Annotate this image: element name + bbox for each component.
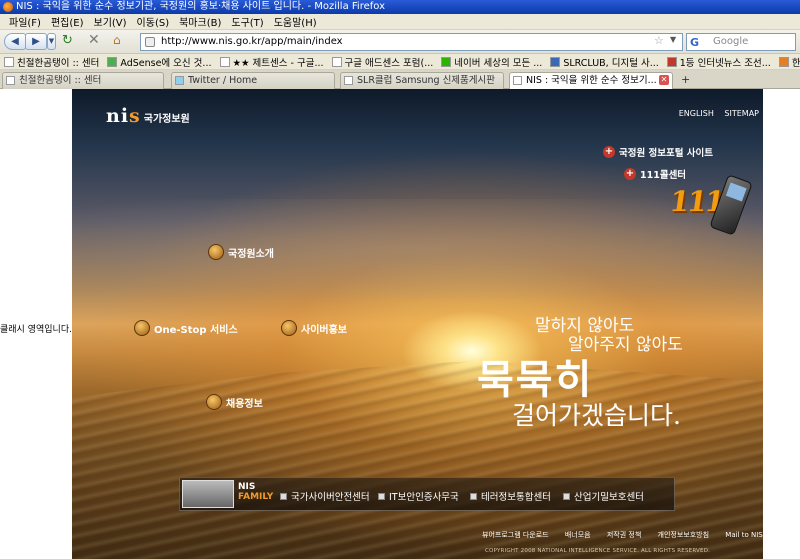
family-label: NIS FAMILY: [238, 482, 274, 502]
tab-item-active[interactable]: NIS : 국익을 위한 순수 정보기... ✕: [509, 72, 673, 90]
sitemap-link[interactable]: SITEMAP: [724, 109, 759, 118]
search-input[interactable]: G Google: [686, 33, 796, 51]
bullet-icon: [280, 492, 287, 500]
call-center-banner[interactable]: 111: [668, 173, 753, 239]
menu-bar: 파일(F) 편집(E) 보기(V) 이동(S) 북마크(B) 도구(T) 도움말…: [0, 14, 800, 30]
bookmark-star-icon[interactable]: ☆: [654, 34, 664, 47]
window-title-bar: NIS : 국익을 위한 순수 정보기관, 국정원의 홍보·채용 사이트 입니다…: [0, 0, 800, 14]
banner-link[interactable]: 배너모음: [565, 531, 591, 539]
bookmark-item[interactable]: 한RSS - 내 RSS 리...: [778, 55, 800, 69]
page-icon: [219, 56, 230, 67]
bullet-icon: [470, 492, 477, 500]
menu-cyber-pr[interactable]: 사이버홍보: [281, 320, 347, 336]
history-dropdown-button[interactable]: ▼: [47, 33, 56, 50]
forward-button[interactable]: ▶: [25, 33, 47, 50]
bullet-icon: [378, 492, 385, 500]
page-icon: [331, 56, 342, 67]
stop-icon[interactable]: ✕: [88, 32, 100, 48]
window-title: NIS : 국익을 위한 순수 정보기관, 국정원의 홍보·채용 사이트 입니다…: [16, 1, 385, 12]
menu-one-stop-service[interactable]: One-Stop 서비스: [134, 320, 238, 336]
menu-tools[interactable]: 도구(T): [226, 14, 268, 29]
mail-to-nis-link[interactable]: Mail to NIS: [725, 531, 762, 539]
home-icon[interactable]: ⌂: [113, 33, 121, 47]
bookmark-item[interactable]: ★★ 제트센스 - 구글...: [219, 55, 328, 69]
menu-edit[interactable]: 편집(E): [46, 14, 89, 29]
close-tab-icon[interactable]: ✕: [659, 75, 669, 85]
bookmark-item[interactable]: 네이버 세상의 모든 ...: [441, 55, 546, 69]
service-icon: [134, 320, 150, 336]
chosun-icon: [666, 56, 677, 67]
chevron-down-icon: ▼: [48, 37, 55, 45]
url-field[interactable]: http://www.nis.go.kr/app/main/index: [140, 33, 683, 51]
nis-logo-name: 국가정보원: [143, 114, 190, 125]
tab-item[interactable]: 친절한곰탱이 :: 센터: [2, 72, 164, 89]
site-identity-icon[interactable]: [145, 37, 155, 47]
family-thumbnail: [182, 480, 234, 508]
family-link[interactable]: 산업기밀보호센터: [563, 489, 644, 503]
bookmark-item[interactable]: 친절한곰탱이 :: 센터: [4, 55, 103, 69]
menu-file[interactable]: 파일(F): [4, 14, 46, 29]
family-link[interactable]: IT보안인증사무국: [378, 489, 459, 503]
copyright-policy-link[interactable]: 저작권 정책: [607, 531, 641, 539]
firefox-icon: [3, 2, 13, 12]
slrclub-icon: [550, 56, 561, 67]
page-icon: [344, 76, 353, 85]
page-content: 클래시 영역입니다. nis 국가정보원 ENGLISH SITEMAP + 국…: [0, 89, 800, 559]
right-blank-area: [763, 89, 800, 559]
tab-bar: 친절한곰탱이 :: 센터 Twitter / Home SLR클럽 Samsun…: [0, 70, 800, 90]
family-link[interactable]: 테러정보통합센터: [470, 489, 551, 503]
search-placeholder: Google: [713, 36, 749, 47]
tab-item[interactable]: Twitter / Home: [171, 72, 335, 89]
bullet-icon: [563, 492, 570, 500]
building-icon: [208, 244, 224, 260]
flash-area-note: 클래시 영역입니다.: [0, 325, 72, 335]
privacy-policy-link[interactable]: 개인정보보호방침: [658, 531, 710, 539]
bookmark-item[interactable]: 1등 인터넷뉴스 조선...: [666, 55, 775, 69]
url-text: http://www.nis.go.kr/app/main/index: [161, 36, 343, 47]
copyright-text: COPYRIGHT 2008 NATIONAL INTELLIGENCE SER…: [485, 548, 711, 554]
english-link[interactable]: ENGLISH: [679, 109, 714, 118]
navigation-toolbar: ◀ ▶ ▼ ↻ ✕ ⌂ http://www.nis.go.kr/app/mai…: [0, 30, 800, 54]
plus-icon: +: [603, 146, 615, 158]
menu-view[interactable]: 보기(V): [89, 14, 132, 29]
cloud-band: [72, 199, 763, 299]
menu-go[interactable]: 이동(S): [132, 14, 175, 29]
plus-icon: +: [624, 168, 636, 180]
menu-recruitment[interactable]: 채용정보: [206, 394, 263, 410]
back-arrow-icon: ◀: [11, 36, 19, 47]
forward-arrow-icon: ▶: [32, 36, 40, 47]
page-icon: [4, 56, 14, 67]
nis-logo[interactable]: nis 국가정보원: [106, 105, 190, 127]
tab-item[interactable]: SLR클럽 Samsung 신제품게시판: [340, 72, 504, 89]
url-dropdown-icon[interactable]: ▼: [670, 35, 676, 44]
bookmarks-toolbar: 친절한곰탱이 :: 센터 AdSense에 오신 것... ★★ 제트센스 - …: [0, 54, 800, 70]
google-search-engine-icon[interactable]: G: [690, 35, 699, 51]
menu-bookmarks[interactable]: 북마크(B): [174, 14, 226, 29]
bookmark-item[interactable]: AdSense에 오신 것...: [107, 55, 215, 69]
page-icon: [6, 76, 15, 85]
naver-icon: [441, 56, 452, 67]
monitor-icon: [281, 320, 297, 336]
nis-family-bar: NIS FAMILY 국가사이버안전센터 IT보안인증사무국 테러정보통합센터 …: [179, 477, 675, 511]
footer-links: 뷰어프로그램 다운로드 배너모음 저작권 정책 개인정보보호방침 Mail to…: [482, 530, 763, 540]
info-portal-link[interactable]: + 국정원 정보포털 사이트: [603, 145, 713, 159]
back-button[interactable]: ◀: [4, 33, 26, 50]
top-links: ENGLISH SITEMAP: [671, 109, 759, 118]
rss-icon: [778, 56, 789, 67]
menu-nis-intro[interactable]: 국정원소개: [208, 244, 274, 260]
bookmark-item[interactable]: 구글 애드센스 포럼(...: [331, 55, 438, 69]
slogan-line-4: 걸어가겠습니다.: [512, 401, 681, 430]
person-icon: [206, 394, 222, 410]
page-icon: [513, 76, 522, 85]
bookmark-item[interactable]: SLRCLUB, 디지털 사...: [550, 55, 662, 69]
family-link[interactable]: 국가사이버안전센터: [280, 489, 370, 503]
reload-icon[interactable]: ↻: [62, 33, 73, 48]
new-tab-button[interactable]: +: [681, 73, 690, 86]
twitter-icon: [175, 76, 184, 85]
adsense-icon: [107, 56, 118, 67]
menu-help[interactable]: 도움말(H): [269, 14, 322, 29]
nis-hero-flash[interactable]: nis 국가정보원 ENGLISH SITEMAP + 국정원 정보포털 사이트…: [72, 89, 763, 559]
viewer-download-link[interactable]: 뷰어프로그램 다운로드: [482, 531, 549, 539]
